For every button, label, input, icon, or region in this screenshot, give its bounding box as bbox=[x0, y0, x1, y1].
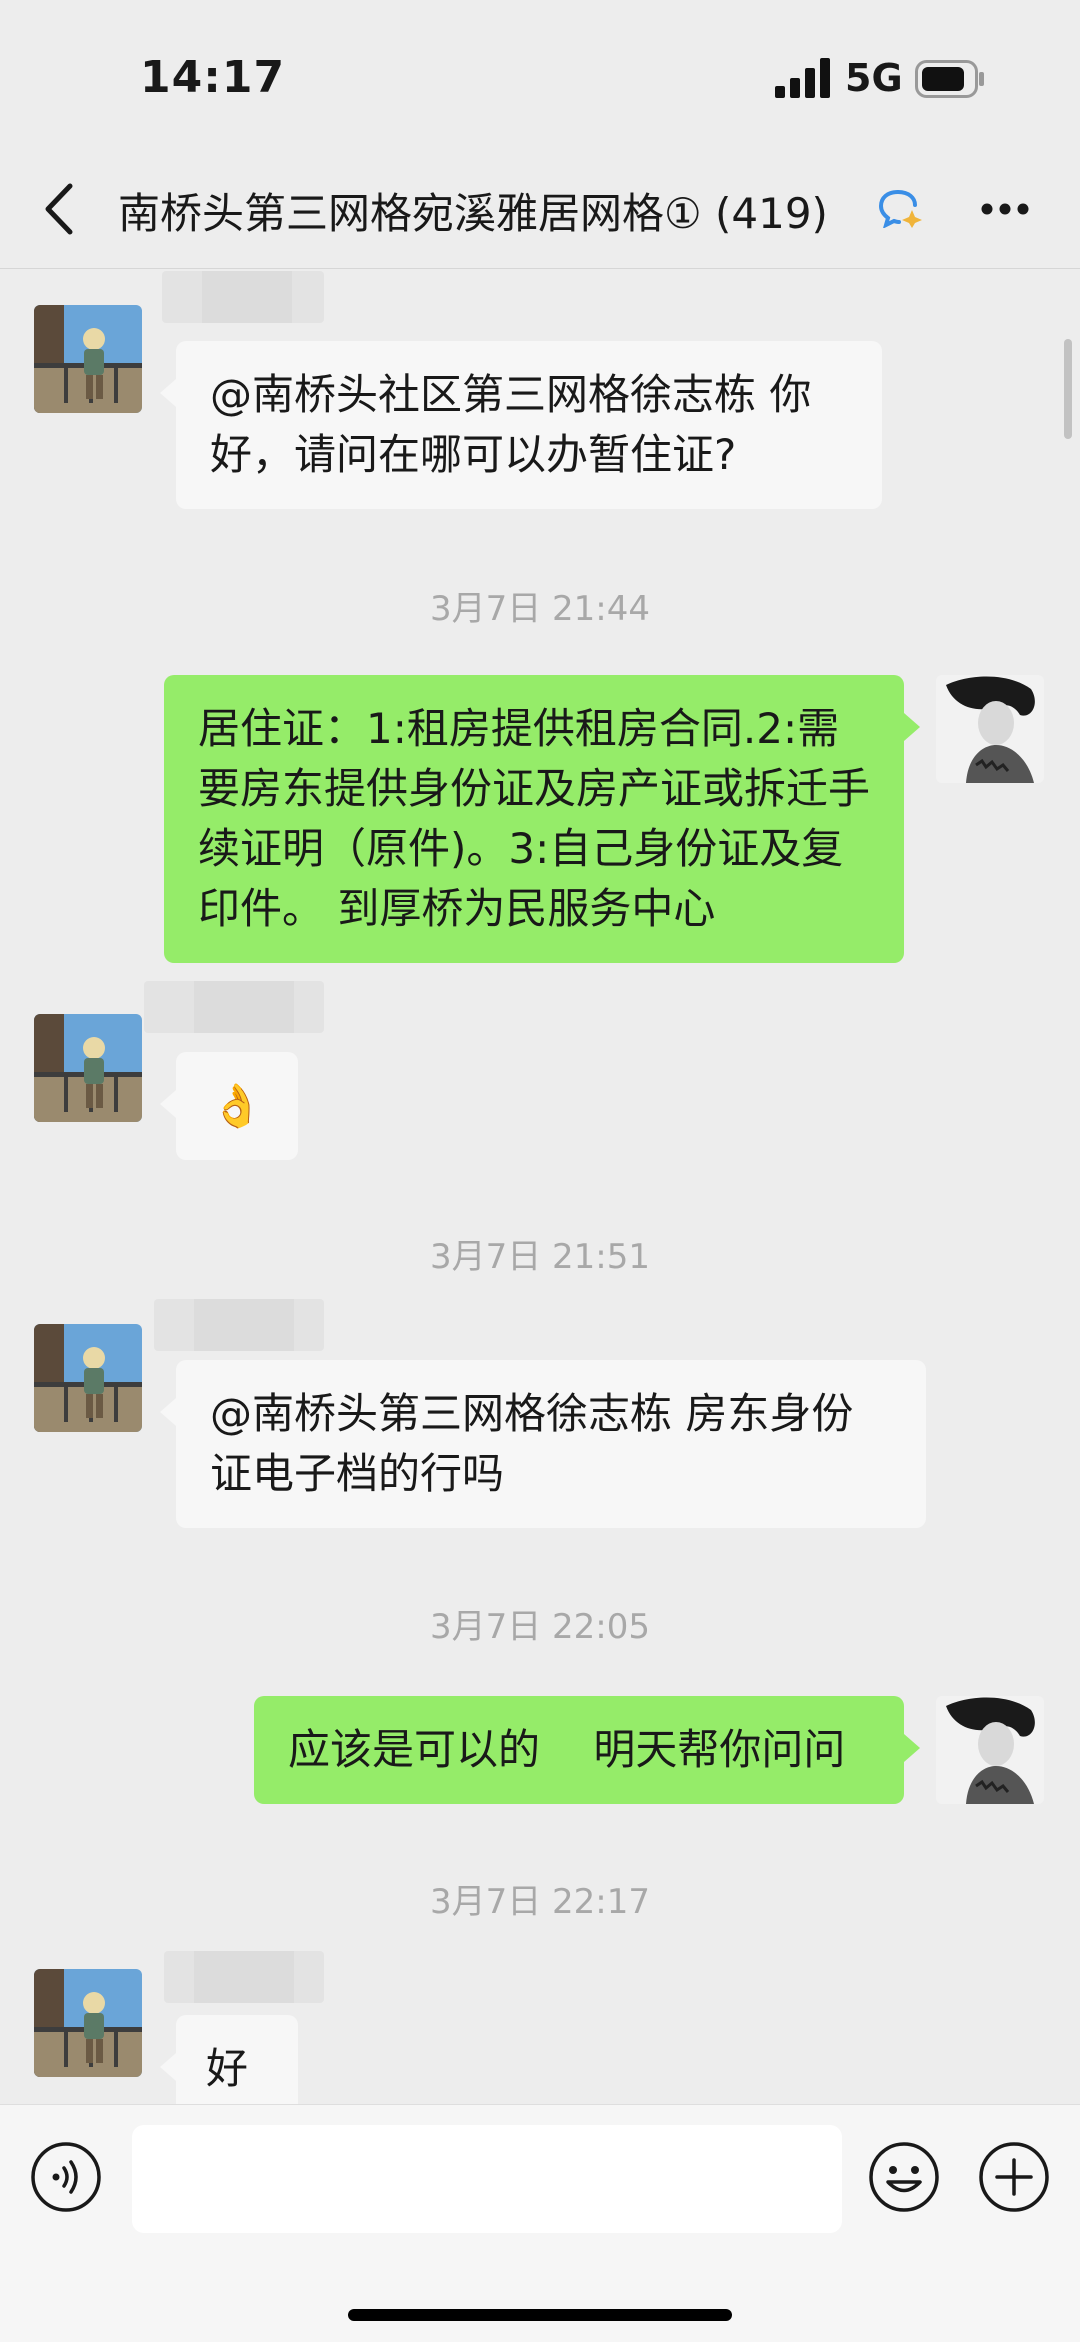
message-bubble-incoming[interactable]: 好 bbox=[160, 2015, 298, 2104]
avatar-self[interactable] bbox=[936, 675, 1044, 783]
home-indicator bbox=[348, 2309, 732, 2321]
network-type: 5G bbox=[845, 56, 903, 100]
chat-header: 南桥头第三网格宛溪雅居网格① (419) bbox=[0, 150, 1080, 268]
avatar[interactable] bbox=[34, 305, 142, 413]
message-input[interactable] bbox=[132, 2125, 842, 2233]
avatar[interactable] bbox=[34, 1324, 142, 1432]
chevron-left-icon[interactable] bbox=[40, 182, 80, 236]
status-bar: 14:17 5G bbox=[0, 0, 1080, 150]
avatar[interactable] bbox=[34, 1969, 142, 2077]
anime-avatar-image bbox=[34, 1969, 142, 2077]
anime-avatar-image bbox=[34, 1324, 142, 1432]
avatar[interactable] bbox=[34, 1014, 142, 1122]
plus-circle-icon[interactable] bbox=[978, 2141, 1050, 2213]
portrait-avatar-image bbox=[936, 675, 1044, 783]
signal-icon bbox=[775, 58, 830, 98]
message-list[interactable]: @南桥头社区第三网格徐志栋 你好，请问在哪可以办暂住证? 3月7日 21:44 … bbox=[0, 269, 1080, 2104]
portrait-avatar-image bbox=[936, 1696, 1044, 1804]
scrollbar[interactable] bbox=[1064, 339, 1072, 439]
message-bubble-outgoing[interactable]: 应该是可以的 明天帮你问问 bbox=[254, 1696, 920, 1804]
message-timestamp: 3月7日 22:17 bbox=[429, 1882, 651, 1922]
anime-avatar-image bbox=[34, 1014, 142, 1122]
sender-name-redacted bbox=[164, 1951, 324, 2003]
message-timestamp: 3月7日 21:44 bbox=[429, 589, 651, 629]
status-time: 14:17 bbox=[140, 52, 286, 103]
more-dots-icon[interactable] bbox=[980, 202, 1030, 216]
emoji-icon[interactable] bbox=[868, 2141, 940, 2213]
message-bubble-incoming[interactable]: 👌 bbox=[160, 1052, 298, 1160]
avatar-self[interactable] bbox=[936, 1696, 1044, 1804]
message-timestamp: 3月7日 21:51 bbox=[429, 1237, 651, 1277]
battery-icon bbox=[915, 60, 984, 98]
sender-name-redacted bbox=[144, 981, 324, 1033]
sender-name-redacted bbox=[162, 271, 324, 323]
anime-avatar-image bbox=[34, 305, 142, 413]
message-bubble-outgoing[interactable]: 居住证：1:租房提供租房合同.2:需要房东提供身份证及房产证或拆迁手续证明（原件… bbox=[164, 675, 920, 963]
message-timestamp: 3月7日 22:05 bbox=[429, 1607, 651, 1647]
chat-title: 南桥头第三网格宛溪雅居网格① (419) bbox=[118, 189, 828, 238]
input-bar bbox=[0, 2104, 1080, 2342]
message-bubble-incoming[interactable]: @南桥头第三网格徐志栋 房东身份证电子档的行吗 bbox=[160, 1360, 926, 1528]
sender-name-redacted bbox=[154, 1299, 324, 1351]
message-bubble-incoming[interactable]: @南桥头社区第三网格徐志栋 你好，请问在哪可以办暂住证? bbox=[160, 341, 882, 509]
group-chat-ai-icon[interactable] bbox=[878, 188, 924, 228]
voice-icon[interactable] bbox=[30, 2141, 102, 2213]
